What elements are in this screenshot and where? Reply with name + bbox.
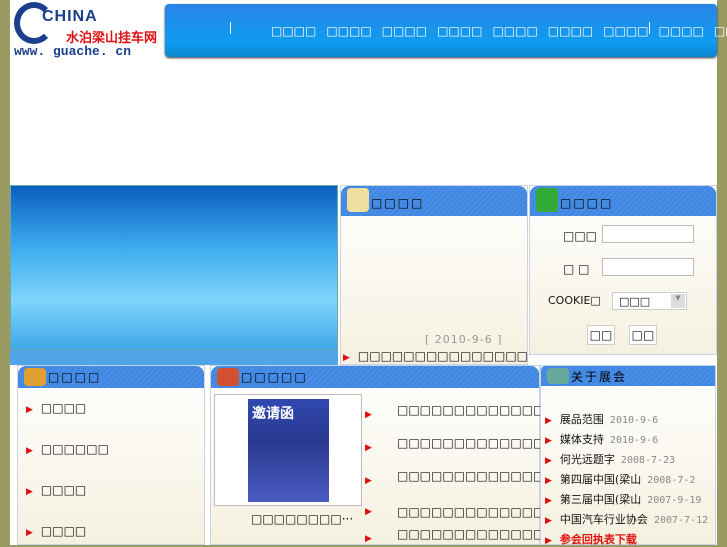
password-label: □ □ bbox=[563, 262, 590, 276]
left-menu-item[interactable]: ▶ □□□□□□ bbox=[26, 442, 109, 456]
nav-item[interactable]: □□□□ bbox=[659, 24, 704, 38]
left-menu-item[interactable]: ▶ □□□□ bbox=[26, 401, 86, 415]
nav-item[interactable]: □□□□ bbox=[382, 24, 427, 38]
cookie-select[interactable]: □□□ ▼ bbox=[612, 292, 687, 310]
invitation-image: 邀请函 bbox=[248, 399, 329, 502]
news-item[interactable]: □□□□□□□□□□□□□□□□□□□□□··· bbox=[397, 435, 647, 451]
news-panel: □□□□ [ 2010-9-6 ] ▶□□□□□□□□□□□□□□□□□□□□□… bbox=[340, 185, 528, 365]
nav-item[interactable]: □□□□ bbox=[437, 24, 482, 38]
invitation-thumbnail[interactable]: 邀请函 bbox=[214, 394, 362, 506]
news-item[interactable]: □□□□□□□□□□□□□□□□□□□□□ bbox=[397, 526, 635, 542]
username-input[interactable] bbox=[602, 225, 694, 243]
news-item[interactable]: □□□□□□□□□□□□□□□□ bbox=[397, 504, 578, 520]
left-menu-item[interactable]: ▶ □□□□ bbox=[26, 524, 86, 538]
page: CHINA 水泊梁山挂车网 www. guache. cn □□□□ □□□□ … bbox=[10, 0, 727, 546]
thumbnail-caption[interactable]: □□□□□□□□··· bbox=[251, 512, 353, 526]
about-expo-panel: 关于展会 ▶ 展品范围 2010-9-6 ▶ 媒体支持 2010-9-6 ▶ 何光远题字 2… bbox=[540, 365, 716, 546]
balloons-icon bbox=[24, 368, 46, 386]
clown-icon bbox=[217, 368, 239, 386]
about-item[interactable]: ▶ 第三届中国(梁山 2007-9-19 bbox=[545, 491, 701, 507]
about-item[interactable]: ▶ 媒体支持 2010-9-6 bbox=[545, 431, 658, 447]
house-icon bbox=[547, 368, 569, 384]
user-icon bbox=[536, 188, 558, 212]
left-menu-panel: □□□□ ▶ □□□□ ▶ □□□□□□ ▶ □□□□ ▶ □□□□ bbox=[17, 365, 205, 545]
cookie-label: COOKIE□ bbox=[548, 294, 601, 307]
nav-item[interactable]: □□□□ bbox=[548, 24, 593, 38]
pencil-icon bbox=[347, 188, 369, 212]
login-button[interactable]: □□ bbox=[587, 325, 615, 345]
news-item[interactable]: □□□□□□□□□□□□□□□□□□□□ bbox=[397, 468, 624, 484]
password-input[interactable] bbox=[602, 258, 694, 276]
news-item[interactable]: □□□□□□□□□□□□□□□□□□□□□□ bbox=[397, 402, 646, 418]
nav-divider bbox=[230, 22, 231, 34]
nav-item[interactable]: □□□□ bbox=[714, 24, 727, 38]
arrow-icon: ▶ bbox=[343, 353, 350, 363]
about-item[interactable]: ▶ 何光远题字 2008-7-23 bbox=[545, 451, 675, 467]
exhibition-news-panel: □□□□□ 邀请函 □□□□□□□□··· ▶ □□□□□□□□□□□□□□□□□… bbox=[210, 365, 647, 545]
flash-banner bbox=[10, 185, 338, 350]
username-label: □□□ bbox=[563, 229, 598, 243]
login-panel: □□□□ □□□ □ □ COOKIE□ □□□ ▼ □□ □□ bbox=[529, 185, 717, 355]
nav-item[interactable]: □□□□ bbox=[603, 24, 648, 38]
nav-item[interactable]: □□□□ bbox=[271, 24, 316, 38]
about-item[interactable]: ▶ 展品范围 2010-9-6 bbox=[545, 411, 658, 427]
about-item[interactable]: ▶ 中国汽车行业协会 2007-7-12 bbox=[545, 511, 708, 527]
main-nav: □□□□ □□□□ □□□□ □□□□ □□□□ □□□□ □□□□ □□□□ … bbox=[165, 4, 727, 57]
site-logo[interactable]: CHINA 水泊梁山挂车网 www. guache. cn bbox=[12, 2, 162, 60]
nav-item[interactable]: □□□□ bbox=[326, 24, 371, 38]
left-menu-item[interactable]: ▶ □□□□ bbox=[26, 483, 86, 497]
news-ticker[interactable]: ▶□□□□□□□□□□□□□□□□□□□□□□□□□□□□□ bbox=[343, 349, 527, 363]
reset-button[interactable]: □□ bbox=[629, 325, 657, 345]
nav-item[interactable]: □□□□ bbox=[492, 24, 537, 38]
chevron-down-icon: ▼ bbox=[671, 294, 685, 308]
news-date: [ 2010-9-6 ] bbox=[425, 333, 503, 346]
about-item[interactable]: ▶ 第四届中国(梁山 2008-7-2 bbox=[545, 471, 695, 487]
banner-strip bbox=[10, 350, 338, 365]
